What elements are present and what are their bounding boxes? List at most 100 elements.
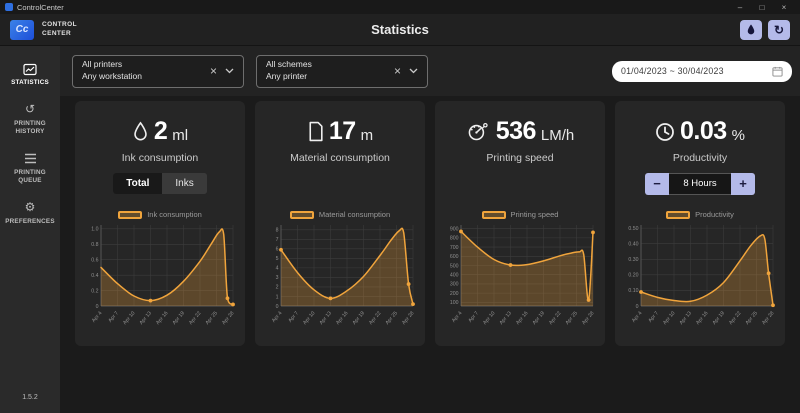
history-icon: ↺	[25, 103, 35, 117]
toggle-inks-button[interactable]: Inks	[162, 173, 206, 194]
svg-text:Apr 28: Apr 28	[761, 310, 775, 326]
material-consumption-chart: 012345678Apr 4Apr 7Apr 10Apr 13Apr 16Apr…	[263, 220, 417, 332]
sidebar-item-printing-queue[interactable]: PRINTING QUEUE	[2, 152, 58, 186]
svg-text:Apr 16: Apr 16	[695, 310, 709, 326]
svg-text:0.20: 0.20	[628, 273, 638, 279]
queue-icon	[24, 152, 37, 166]
printer-filter-dropdown[interactable]: All printers Any workstation ×	[72, 55, 244, 88]
date-range-value: 01/04/2023 ~ 30/04/2023	[621, 66, 724, 76]
svg-text:3: 3	[276, 275, 279, 281]
printer-filter-actions: ×	[210, 66, 234, 76]
svg-text:0: 0	[636, 304, 639, 310]
svg-text:1: 1	[276, 294, 279, 300]
svg-text:0.50: 0.50	[628, 226, 638, 232]
stat-label: Material consumption	[290, 152, 390, 166]
card-top: 17 m Material consumption	[263, 113, 417, 207]
clear-icon[interactable]: ×	[210, 66, 217, 76]
legend-label: Material consumption	[319, 210, 390, 219]
toggle-total-button[interactable]: Total	[113, 173, 162, 194]
chevron-down-icon[interactable]	[409, 68, 418, 74]
chevron-down-icon[interactable]	[225, 68, 234, 74]
ink-levels-button[interactable]	[740, 20, 762, 40]
svg-text:0.40: 0.40	[628, 241, 638, 247]
minimize-button[interactable]: –	[729, 0, 751, 14]
svg-text:Apr 13: Apr 13	[679, 310, 693, 326]
card-top: 0.03 % Productivity − 8 Hours +	[623, 113, 777, 207]
hours-value: 8 Hours	[669, 173, 731, 195]
decrease-hours-button[interactable]: −	[645, 173, 669, 195]
header-actions: ↻	[740, 20, 790, 40]
scheme-filter-dropdown[interactable]: All schemes Any printer ×	[256, 55, 428, 88]
svg-text:1.0: 1.0	[91, 227, 98, 233]
increase-hours-button[interactable]: +	[731, 173, 755, 195]
svg-text:7: 7	[276, 237, 279, 243]
chart-legend: Ink consumption	[118, 210, 202, 219]
value-row: 2 ml	[132, 117, 188, 146]
svg-text:200: 200	[450, 291, 459, 297]
sidebar-item-preferences[interactable]: ⚙ PREFERENCES	[2, 201, 58, 227]
svg-text:0.6: 0.6	[91, 258, 98, 264]
svg-text:Apr 28: Apr 28	[221, 310, 235, 326]
chart-icon	[23, 62, 37, 76]
legend-label: Ink consumption	[147, 210, 202, 219]
close-button[interactable]: ×	[773, 0, 795, 14]
sidebar-item-printing-history[interactable]: ↺ PRINTING HISTORY	[2, 103, 58, 137]
stat-value: 536	[496, 117, 536, 146]
refresh-button[interactable]: ↻	[768, 20, 790, 40]
svg-text:Apr 22: Apr 22	[548, 310, 562, 326]
hours-stepper: − 8 Hours +	[645, 173, 755, 195]
printing-speed-chart: 100200300400500600700800900Apr 4Apr 7Apr…	[443, 220, 597, 332]
scheme-filter-line2: Any printer	[266, 71, 312, 83]
svg-text:0.4: 0.4	[91, 273, 98, 279]
printer-filter-value: All printers Any workstation	[82, 59, 142, 83]
speedometer-icon	[466, 121, 491, 142]
svg-text:Apr 28: Apr 28	[401, 310, 415, 326]
svg-text:700: 700	[450, 245, 459, 251]
svg-text:Apr 10: Apr 10	[482, 310, 496, 326]
document-icon	[307, 121, 324, 142]
legend-swatch	[482, 211, 506, 219]
svg-text:0: 0	[276, 304, 279, 310]
printer-filter-line1: All printers	[82, 59, 142, 71]
app-header: Cc CONTROL CENTER Statistics ↻	[0, 14, 800, 46]
os-titlebar: ControlCenter – □ ×	[0, 0, 800, 14]
ink-consumption-card: 2 ml Ink consumption Total Inks Ink cons…	[75, 101, 245, 346]
svg-text:Apr 7: Apr 7	[287, 310, 300, 323]
productivity-card: 0.03 % Productivity − 8 Hours + Producti…	[615, 101, 785, 346]
productivity-chart: 00.100.200.300.400.50Apr 4Apr 7Apr 10Apr…	[623, 220, 777, 332]
maximize-button[interactable]: □	[751, 0, 773, 14]
stat-value: 17	[329, 117, 356, 146]
card-top: 2 ml Ink consumption Total Inks	[83, 113, 237, 207]
scheme-filter-value: All schemes Any printer	[266, 59, 312, 83]
svg-text:Apr 25: Apr 25	[745, 310, 759, 326]
svg-text:Apr 19: Apr 19	[172, 310, 186, 326]
main-content: 2 ml Ink consumption Total Inks Ink cons…	[60, 96, 800, 413]
svg-text:Apr 22: Apr 22	[368, 310, 382, 326]
clock-icon	[655, 122, 675, 142]
calendar-icon[interactable]	[772, 66, 783, 77]
svg-text:Apr 22: Apr 22	[188, 310, 202, 326]
svg-text:300: 300	[450, 282, 459, 288]
svg-text:Apr 16: Apr 16	[335, 310, 349, 326]
date-range-input[interactable]: 01/04/2023 ~ 30/04/2023	[612, 61, 792, 82]
svg-text:0.30: 0.30	[628, 257, 638, 263]
sidebar-item-statistics[interactable]: STATISTICS	[2, 62, 58, 88]
refresh-icon: ↻	[774, 23, 784, 37]
stat-cards: 2 ml Ink consumption Total Inks Ink cons…	[60, 96, 800, 346]
legend-swatch	[118, 211, 142, 219]
legend-swatch	[290, 211, 314, 219]
legend-label: Printing speed	[511, 210, 559, 219]
stat-value: 0.03	[680, 117, 727, 146]
page-title: Statistics	[0, 22, 800, 37]
svg-text:Apr 22: Apr 22	[728, 310, 742, 326]
ink-drop-icon	[132, 121, 149, 142]
svg-text:8: 8	[276, 228, 279, 234]
svg-text:Apr 4: Apr 4	[631, 310, 644, 323]
legend-swatch	[666, 211, 690, 219]
stat-label: Ink consumption	[122, 152, 198, 166]
clear-icon[interactable]: ×	[394, 66, 401, 76]
chart-legend: Material consumption	[290, 210, 390, 219]
svg-text:6: 6	[276, 247, 279, 253]
svg-text:Apr 16: Apr 16	[515, 310, 529, 326]
svg-text:0.8: 0.8	[91, 242, 98, 248]
